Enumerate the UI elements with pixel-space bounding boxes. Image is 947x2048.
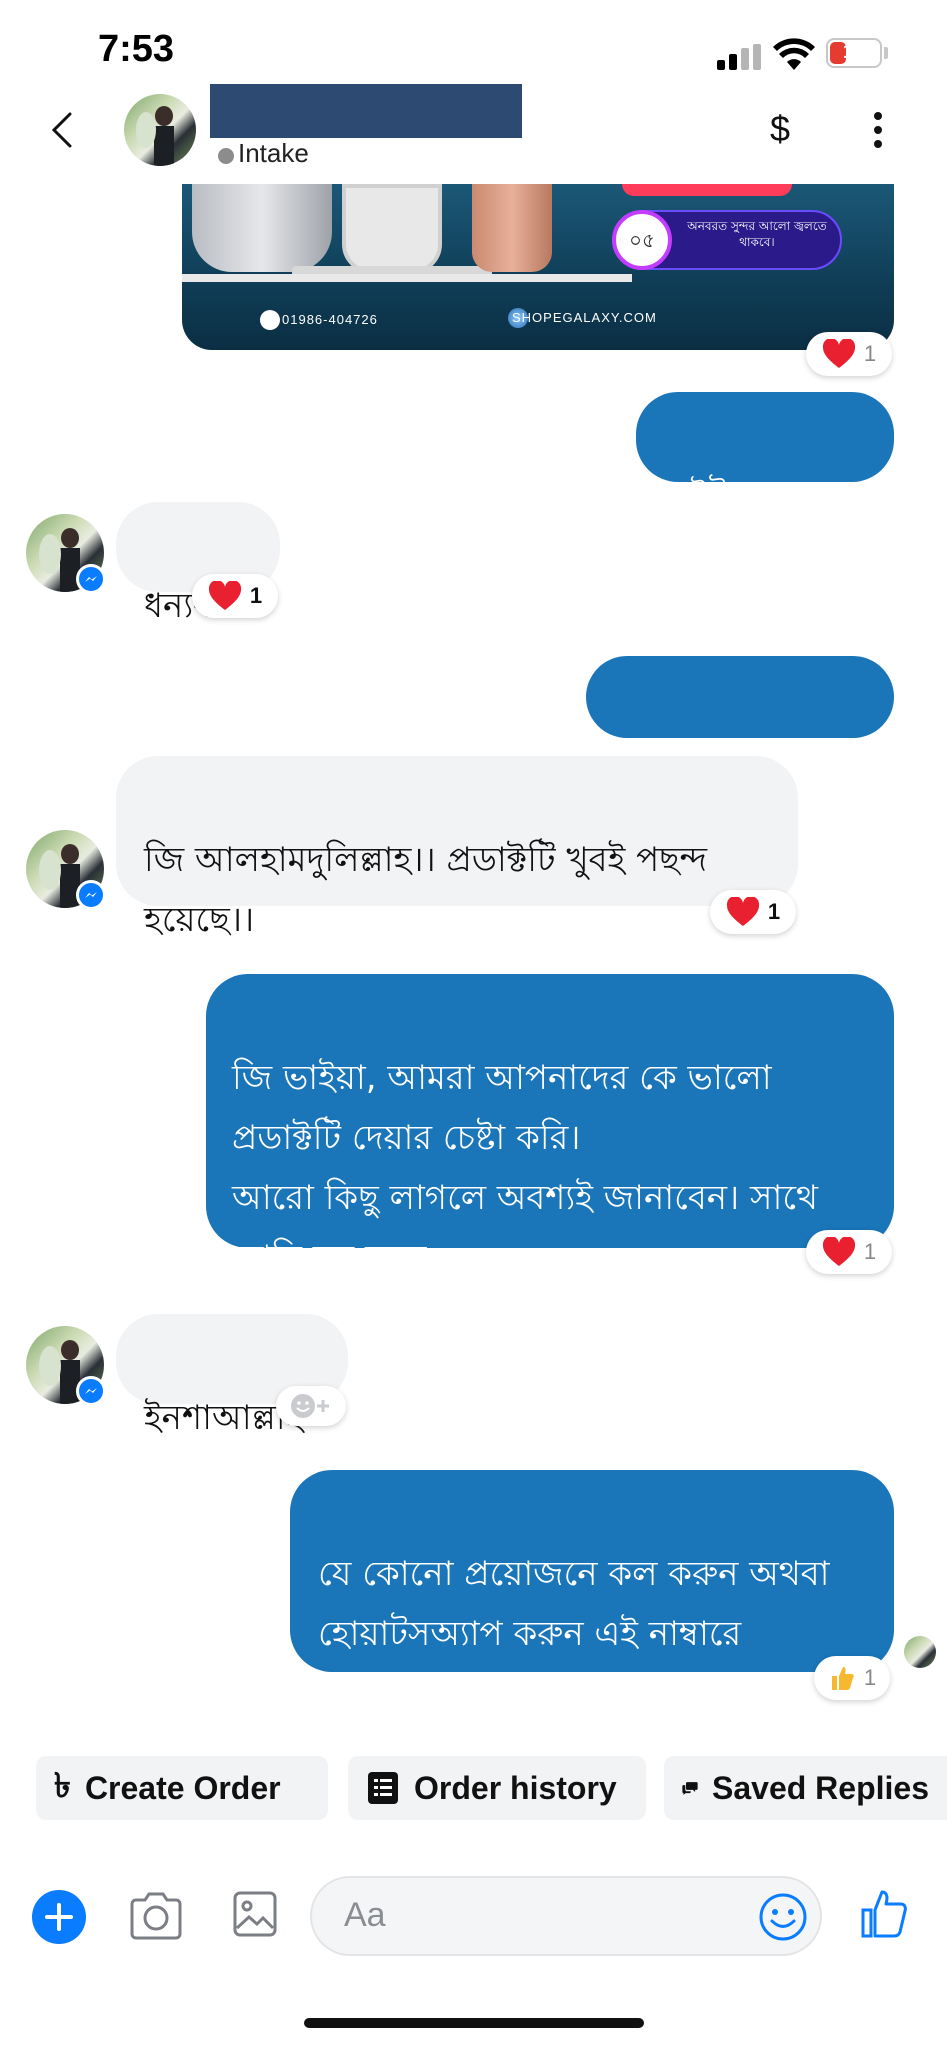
- plus-icon: [45, 1903, 73, 1931]
- heart-icon: [726, 897, 759, 926]
- status-dot: [218, 148, 234, 164]
- status-time: 7:53: [98, 28, 175, 70]
- product-lamp-grey: [192, 184, 332, 272]
- product-lamp-white: [342, 184, 442, 274]
- thumbs-up-icon: [831, 1667, 854, 1690]
- product-lamp-copper: [472, 184, 552, 272]
- gallery-icon[interactable]: [232, 1890, 278, 1938]
- messenger-badge-icon: [76, 564, 106, 594]
- back-chevron-icon[interactable]: [48, 110, 78, 150]
- message-text: জি ভাইয়া, আমরা আপনাদের কে ভালো প্রডাক্ট…: [232, 1058, 819, 1278]
- message-bubble-outgoing[interactable]: জি ভাইয়া, আমরা আপনাদের কে ভালো প্রডাক্ট…: [206, 974, 894, 1278]
- ad-phone: 01986-404726: [282, 312, 378, 327]
- product-image-card[interactable]: ০৫ অনবরত সুন্দর আলো জ্বলতে থাকবে। 01986-…: [182, 184, 894, 350]
- ad-feature-number: ০৫: [612, 210, 672, 270]
- saved-replies-button[interactable]: Saved Replies: [664, 1756, 947, 1820]
- order-history-button[interactable]: Order history: [348, 1756, 646, 1820]
- read-receipt-avatar: [904, 1636, 936, 1668]
- battery-tip: [884, 47, 888, 59]
- ad-feature-text: অনবরত সুন্দর আলো জ্বলতে থাকবে।: [687, 219, 827, 249]
- phone-icon: [260, 310, 280, 330]
- reaction-badge[interactable]: 1: [814, 1656, 890, 1700]
- message-input[interactable]: [310, 1876, 822, 1956]
- receipt-icon: [368, 1772, 398, 1804]
- cellular-signal-icon: [717, 44, 761, 70]
- more-vertical-icon[interactable]: [874, 112, 882, 148]
- order-history-label: Order history: [414, 1769, 617, 1806]
- saved-replies-label: Saved Replies: [712, 1769, 929, 1806]
- heart-icon: [822, 339, 855, 368]
- reaction-badge[interactable]: 1: [192, 574, 278, 618]
- message-input-placeholder: Aa: [344, 1896, 386, 1934]
- heart-icon: [822, 1237, 855, 1266]
- add-attachment-button[interactable]: [32, 1890, 86, 1944]
- wifi-icon: [773, 38, 815, 70]
- reaction-badge[interactable]: 1: [806, 1230, 892, 1274]
- create-order-label: Create Order: [84, 1769, 281, 1806]
- emoji-icon[interactable]: [758, 1892, 808, 1942]
- message-bubble-outgoing[interactable]: এইটা দেখেন।: [636, 392, 894, 516]
- reaction-badge[interactable]: 1: [806, 332, 892, 376]
- add-reaction-button[interactable]: [276, 1386, 346, 1426]
- camera-icon[interactable]: [128, 1890, 184, 1942]
- messenger-badge-icon: [76, 1376, 106, 1406]
- message-text: এইটা দেখেন।: [664, 476, 847, 516]
- battery-icon: 15: [826, 38, 882, 68]
- add-reaction-icon: [291, 1394, 329, 1418]
- contact-name-redacted: [210, 84, 522, 138]
- ad-website: SHOPEGALAXY.COM: [512, 310, 657, 325]
- message-bubble-outgoing[interactable]: Product paicen: [586, 656, 894, 775]
- chat-bubbles-icon: [682, 1782, 698, 1795]
- dollar-icon[interactable]: $: [770, 108, 790, 150]
- heart-icon: [208, 581, 241, 610]
- battery-level: 15: [842, 41, 866, 63]
- create-order-button[interactable]: ৳ Create Order: [36, 1756, 328, 1820]
- message-bubble-incoming[interactable]: জি আলহামদুলিল্লাহ।। প্রডাক্টটি খুবই পছন্…: [116, 756, 798, 940]
- taka-icon: ৳: [54, 1766, 71, 1805]
- message-text: জি আলহামদুলিল্লাহ।। প্রডাক্টটি খুবই পছন্…: [144, 840, 708, 940]
- message-text: যে কোনো প্রয়োজনে কল করুন অথবা হোয়াটসঅ্…: [318, 1554, 830, 1714]
- like-thumbs-up-icon[interactable]: [860, 1888, 908, 1940]
- reaction-badge[interactable]: 1: [710, 890, 796, 934]
- contact-status-label: Intake: [238, 138, 309, 168]
- messenger-badge-icon: [76, 880, 106, 910]
- ad-pill-top: [622, 184, 792, 196]
- message-bubble-outgoing[interactable]: যে কোনো প্রয়োজনে কল করুন অথবা হোয়াটসঅ্…: [290, 1470, 894, 1714]
- product-shelf: [182, 274, 632, 282]
- contact-avatar[interactable]: [124, 94, 196, 166]
- home-indicator: [304, 2018, 644, 2028]
